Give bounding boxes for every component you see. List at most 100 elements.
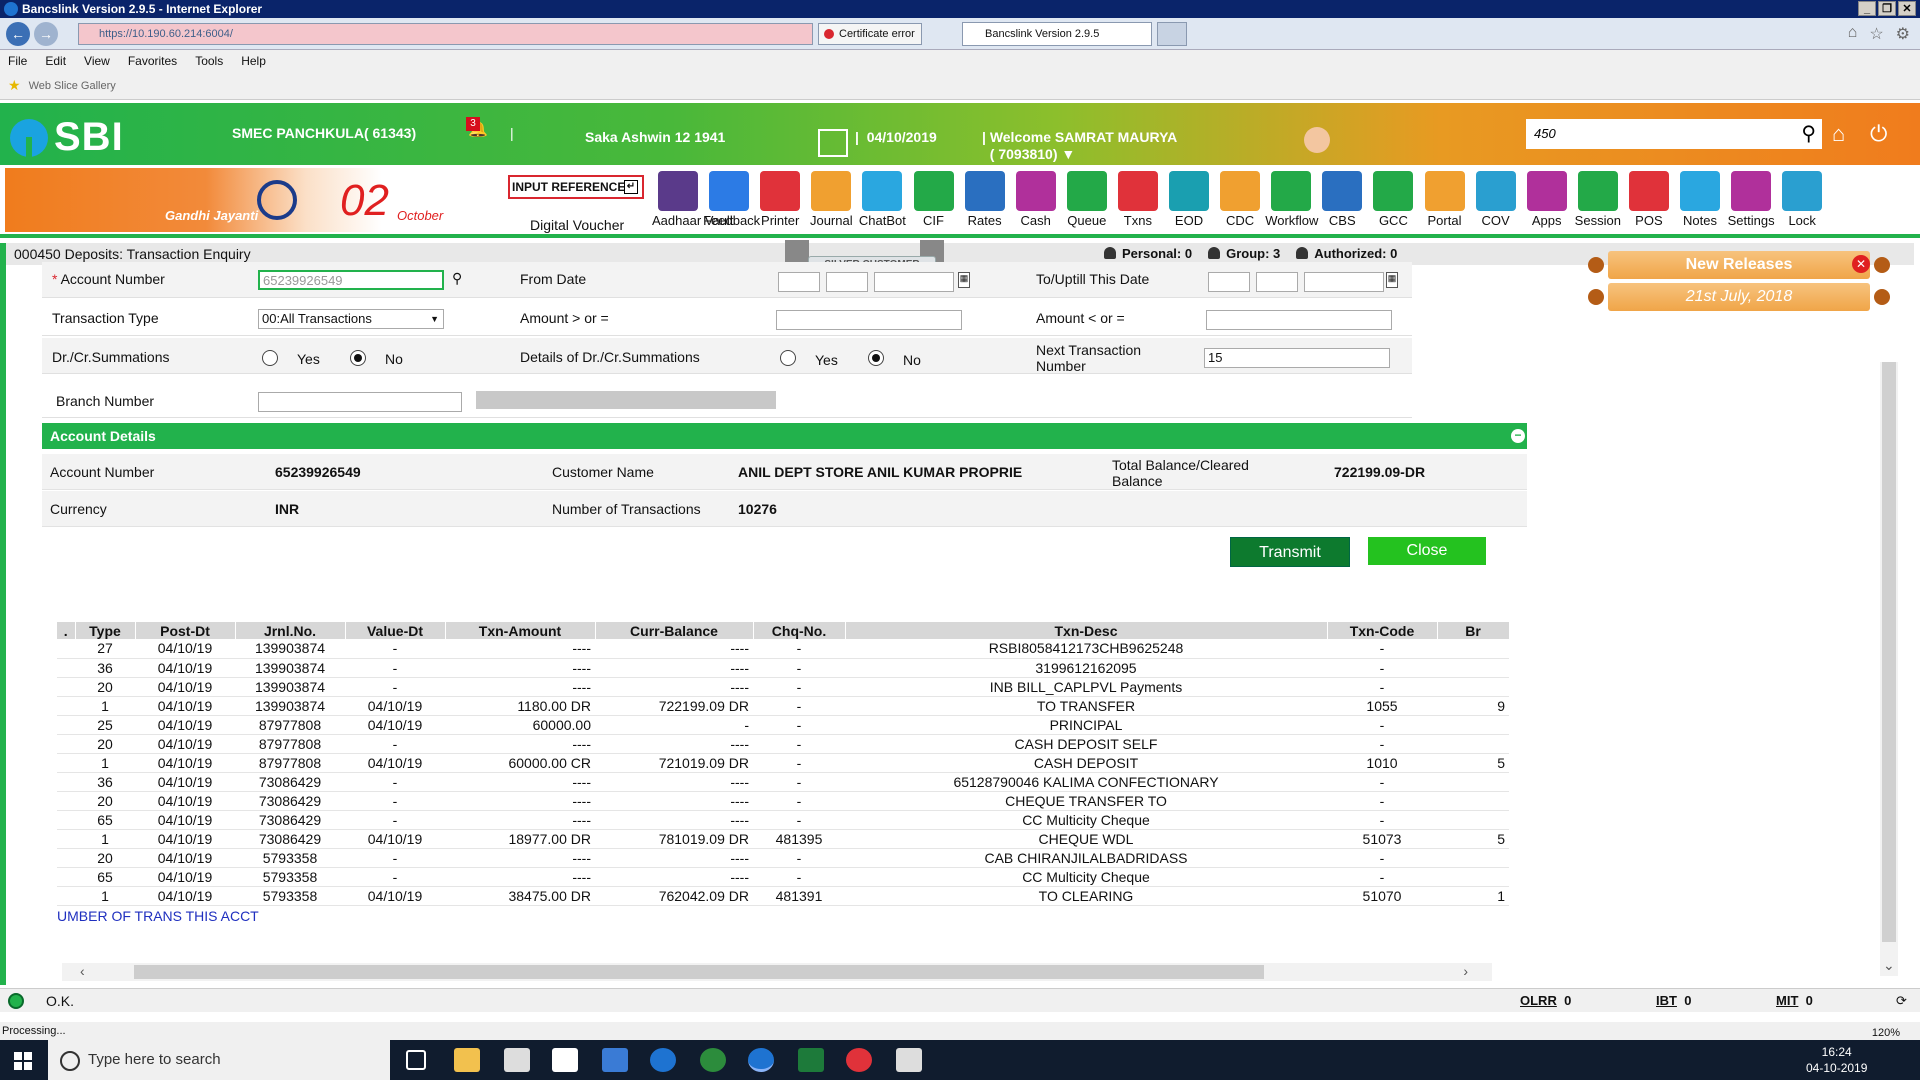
table-row[interactable]: 36 04/10/19 73086429- ---- ---- -65128790046 … [57, 772, 1509, 792]
new-releases-title[interactable]: New Releases [1608, 251, 1870, 279]
table-row[interactable]: 20 04/10/19 139903874- ---- ---- - INB BILL_CA… [57, 677, 1509, 697]
tool-aadhaar-vault[interactable]: Aadhaar Vault [652, 171, 733, 228]
gear-icon[interactable]: ⚙ [1896, 24, 1910, 44]
calendar-icon[interactable] [818, 129, 848, 157]
app-icon[interactable] [700, 1048, 726, 1072]
table-row[interactable]: 65 04/10/19 5793358- ---- ---- - CC Multicity … [57, 867, 1509, 887]
chevron-right-icon[interactable]: › [1463, 963, 1468, 979]
calculator-icon[interactable] [896, 1048, 922, 1072]
ibt-status[interactable]: IBT 0 [1656, 993, 1691, 1008]
column-header[interactable]: Type [75, 622, 136, 639]
column-header[interactable]: Txn-Code [1327, 622, 1438, 639]
column-header[interactable]: Br [1437, 622, 1509, 639]
tool-eod[interactable]: EOD [1163, 171, 1215, 228]
scroll-thumb[interactable] [1882, 362, 1896, 942]
refresh-icon[interactable]: ⟳ [1896, 993, 1907, 1009]
account-number-input[interactable]: 65239926549 [258, 270, 444, 290]
system-clock[interactable]: 16:24 04-10-2019 [1806, 1044, 1867, 1076]
from-date-month[interactable] [826, 272, 868, 292]
tool-apps[interactable]: Apps [1521, 171, 1573, 228]
internet-explorer-icon[interactable] [748, 1048, 774, 1072]
amount-lt-input[interactable] [1206, 310, 1392, 330]
chevron-down-icon[interactable]: ⌄ [1883, 957, 1895, 974]
close-icon[interactable]: ✕ [1852, 255, 1870, 273]
table-row[interactable]: 27 04/10/19 139903874- ---- ---- - RSBI8058412… [57, 639, 1509, 659]
column-header[interactable]: Txn-Amount [445, 622, 596, 639]
browser-tab[interactable]: Bancslink Version 2.9.5 [962, 22, 1152, 46]
column-header[interactable]: Post-Dt [135, 622, 236, 639]
calendar-icon[interactable]: ▦ [958, 272, 970, 288]
url-input[interactable]: https://10.190.60.214:6004/ [78, 23, 813, 45]
excel-icon[interactable] [798, 1048, 824, 1072]
user-icon[interactable] [1304, 127, 1330, 153]
tool-pos[interactable]: POS [1623, 171, 1675, 228]
details-yes-radio[interactable] [780, 350, 796, 366]
mail-icon[interactable] [504, 1048, 530, 1072]
power-icon[interactable]: ⏻ [1870, 121, 1887, 147]
search-icon[interactable]: ⚲ [452, 270, 462, 287]
table-row[interactable]: 1 04/10/19 87977808 04/10/19 60000.00 CR 7210… [57, 753, 1509, 773]
column-header[interactable]: Chq-No. [753, 622, 846, 639]
favorites-star-icon[interactable]: ★ [8, 77, 21, 94]
tool-feedback[interactable]: Feedback [703, 171, 760, 228]
column-header[interactable]: Curr-Balance [595, 622, 754, 639]
search-icon[interactable]: ⚲ [1801, 119, 1816, 149]
tool-cov[interactable]: COV [1470, 171, 1522, 228]
column-header[interactable]: Txn-Desc [845, 622, 1328, 639]
table-row[interactable]: 20 04/10/19 5793358- ---- ---- - CAB CHIRANJIL… [57, 848, 1509, 868]
tool-txns[interactable]: Txns [1112, 171, 1164, 228]
to-date-day[interactable] [1208, 272, 1250, 292]
taskbar-search-input[interactable]: Type here to search [48, 1040, 390, 1080]
tool-journal[interactable]: Journal [805, 171, 857, 228]
table-row[interactable]: 25 04/10/19 87977808 04/10/19 60000.00- - PRIN… [57, 715, 1509, 735]
tool-notes[interactable]: Notes [1674, 171, 1726, 228]
next-txn-input[interactable]: 15 [1204, 348, 1390, 368]
tool-printer[interactable]: Printer [754, 171, 806, 228]
input-reference-field[interactable]: INPUT REFERENCE ↵ [508, 175, 644, 199]
olrr-status[interactable]: OLRR 0 [1520, 993, 1571, 1008]
tool-portal[interactable]: Portal [1419, 171, 1471, 228]
column-header[interactable]: Value-Dt [345, 622, 446, 639]
details-no-radio[interactable] [868, 350, 884, 366]
close-window-button[interactable]: ✕ [1898, 1, 1916, 16]
file-explorer-icon[interactable] [454, 1048, 480, 1072]
windows-start-icon[interactable] [14, 1052, 32, 1070]
tool-cash[interactable]: Cash [1010, 171, 1062, 228]
column-header[interactable]: . [57, 622, 76, 639]
menu-favorites[interactable]: Favorites [128, 54, 177, 68]
scroll-thumb[interactable] [134, 965, 1264, 979]
table-row[interactable]: 1 04/10/19 73086429 04/10/19 18977.00 DR 7810… [57, 829, 1509, 849]
tool-queue[interactable]: Queue [1061, 171, 1113, 228]
tool-lock[interactable]: Lock [1776, 171, 1828, 228]
edge-icon[interactable] [650, 1048, 676, 1072]
web-slice-gallery[interactable]: Web Slice Gallery [29, 80, 116, 92]
restore-button[interactable]: ❐ [1878, 1, 1896, 16]
favorites-star-icon[interactable]: ☆ [1869, 24, 1883, 44]
table-row[interactable]: 1 04/10/19 139903874 04/10/19 1180.00 DR 7221… [57, 696, 1509, 716]
mit-status[interactable]: MIT 0 [1776, 993, 1813, 1008]
new-tab-button[interactable] [1157, 22, 1187, 46]
home-icon[interactable]: ⌂ [1848, 24, 1858, 44]
header-search-input[interactable]: 450 ⚲ [1526, 119, 1822, 149]
amount-gt-input[interactable] [776, 310, 962, 330]
tool-workflow[interactable]: Workflow [1265, 171, 1318, 228]
chrome-icon[interactable] [846, 1048, 872, 1072]
task-view-icon[interactable] [406, 1050, 426, 1070]
menu-edit[interactable]: Edit [45, 54, 66, 68]
table-row[interactable]: 1 04/10/19 5793358 04/10/19 38475.00 DR 76204… [57, 886, 1509, 906]
tool-cbs[interactable]: CBS [1316, 171, 1368, 228]
transaction-type-select[interactable]: 00:All Transactions ▼ [258, 309, 444, 329]
to-date-year[interactable] [1304, 272, 1384, 292]
tool-chatbot[interactable]: ChatBot [856, 171, 908, 228]
minimize-button[interactable]: _ [1858, 1, 1876, 16]
collapse-icon[interactable]: − [1511, 429, 1525, 443]
table-row[interactable]: 65 04/10/19 73086429- ---- ---- - CC Multicity… [57, 810, 1509, 830]
back-button[interactable]: ← [6, 22, 30, 46]
store-icon[interactable] [552, 1048, 578, 1072]
tool-cdc[interactable]: CDC [1214, 171, 1266, 228]
digital-voucher-label[interactable]: Digital Voucher [530, 217, 624, 233]
menu-help[interactable]: Help [241, 54, 266, 68]
tool-cif[interactable]: CIF [908, 171, 960, 228]
tool-rates[interactable]: Rates [959, 171, 1011, 228]
column-header[interactable]: Jrnl.No. [235, 622, 346, 639]
